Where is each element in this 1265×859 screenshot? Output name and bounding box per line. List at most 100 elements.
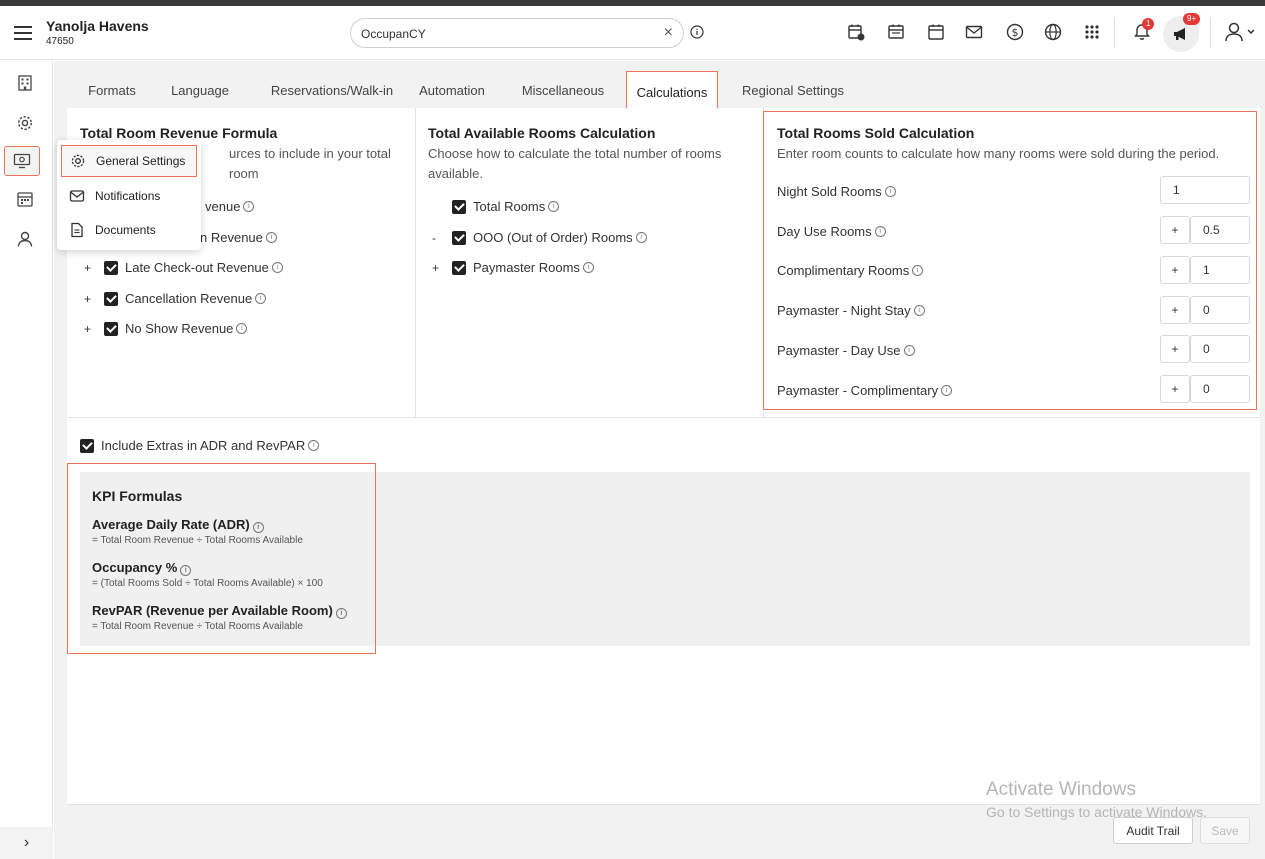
audit-trail-button[interactable]: Audit Trail xyxy=(1113,817,1193,844)
tab-formats[interactable]: Formats xyxy=(77,70,147,110)
revenue-item-label: No Show Revenue xyxy=(125,321,234,336)
revenue-item-label: Late Check-out Revenue xyxy=(125,260,269,275)
info-icon[interactable]: i xyxy=(255,293,267,304)
info-icon[interactable]: i xyxy=(874,226,886,237)
calendar-icon[interactable] xyxy=(924,20,948,44)
info-icon[interactable]: i xyxy=(582,262,594,273)
tab-reservations[interactable]: Reservations/Walk-in xyxy=(252,70,412,110)
night-sold-rooms-input[interactable]: 1 xyxy=(1160,176,1250,204)
checkbox[interactable] xyxy=(104,291,118,306)
info-icon[interactable]: i xyxy=(236,323,248,334)
search-input[interactable] xyxy=(361,25,641,43)
gear-icon xyxy=(70,153,86,169)
announcement-badge: 9+ xyxy=(1183,13,1201,25)
info-icon[interactable]: i xyxy=(913,305,925,316)
sold-row-label: Complimentary Rooms i xyxy=(777,263,924,278)
include-extras-checkbox[interactable] xyxy=(80,438,94,453)
side-nav: › xyxy=(0,61,53,859)
checkbox[interactable] xyxy=(452,199,466,214)
mail-icon[interactable] xyxy=(962,20,986,44)
separator xyxy=(1210,18,1211,48)
checkbox[interactable] xyxy=(104,321,118,336)
menu-item-label: Documents xyxy=(95,223,156,237)
complimentary-rooms-input[interactable]: 1 xyxy=(1190,256,1250,284)
top-bar: Yanolja Havens 47650 × $ 1 9+ xyxy=(0,6,1265,60)
calendar-schedule-icon[interactable] xyxy=(12,186,38,212)
expand-sidebar-button[interactable]: › xyxy=(0,827,53,859)
kpi-name: Average Daily Rate (ADR) i xyxy=(92,517,264,533)
tab-regional-settings[interactable]: Regional Settings xyxy=(734,70,852,110)
revenue-item-label: venue xyxy=(205,199,241,214)
info-icon[interactable]: i xyxy=(884,186,896,197)
kpi-formula: = Total Room Revenue ÷ Total Rooms Avail… xyxy=(92,621,303,632)
info-icon[interactable]: i xyxy=(912,265,924,276)
operator-sign: + xyxy=(432,260,440,275)
info-icon[interactable]: i xyxy=(635,232,647,243)
info-icon[interactable]: i xyxy=(335,608,347,619)
operator-toggle[interactable]: + xyxy=(1160,375,1190,403)
operator-toggle[interactable]: + xyxy=(1160,256,1190,284)
info-icon[interactable]: i xyxy=(243,201,255,212)
mail-icon xyxy=(69,188,85,204)
info-icon[interactable]: i xyxy=(271,262,283,273)
checkbox[interactable] xyxy=(452,260,466,275)
apps-grid-icon[interactable] xyxy=(1080,20,1104,44)
content-panel: Total Room Revenue Formula urces to incl… xyxy=(67,108,1260,804)
info-icon[interactable]: i xyxy=(252,522,264,533)
paymaster-night-stay-input[interactable]: 0 xyxy=(1190,296,1250,324)
menu-item-general-settings[interactable]: General Settings xyxy=(61,145,197,177)
kpi-name: Occupancy % i xyxy=(92,560,192,576)
revenue-description: urces to include in your total room xyxy=(229,146,391,181)
hotel-id: 47650 xyxy=(46,36,74,47)
settings-gear-icon[interactable] xyxy=(12,110,38,136)
operator-toggle[interactable]: + xyxy=(1160,335,1190,363)
tab-automation[interactable]: Automation xyxy=(412,70,492,110)
calendar-list-icon[interactable] xyxy=(884,20,908,44)
sold-row-label: Paymaster - Complimentary i xyxy=(777,383,953,398)
kpi-formula: = Total Room Revenue ÷ Total Rooms Avail… xyxy=(92,535,303,546)
building-icon[interactable] xyxy=(12,70,38,96)
sold-description: Enter room counts to calculate how many … xyxy=(777,146,1220,161)
paymaster-day-use-input[interactable]: 0 xyxy=(1190,335,1250,363)
globe-icon[interactable] xyxy=(1041,20,1065,44)
paymaster-complimentary-input[interactable]: 0 xyxy=(1190,375,1250,403)
info-icon[interactable] xyxy=(690,25,704,42)
menu-item-notifications[interactable]: Notifications xyxy=(61,180,197,212)
revenue-item-label: Cancellation Revenue xyxy=(125,291,253,306)
system-settings-icon[interactable] xyxy=(4,146,40,176)
calendar-add-icon[interactable] xyxy=(844,20,868,44)
activate-windows-watermark: Activate Windows xyxy=(986,779,1136,800)
info-icon[interactable]: i xyxy=(941,385,953,396)
person-icon[interactable] xyxy=(12,226,38,252)
info-icon[interactable]: i xyxy=(548,201,560,212)
day-use-rooms-input[interactable]: 0.5 xyxy=(1190,216,1250,244)
dollar-icon[interactable]: $ xyxy=(1003,20,1027,44)
info-icon[interactable]: i xyxy=(308,440,320,451)
available-item: Total Rooms i xyxy=(432,199,560,214)
operator-toggle[interactable]: + xyxy=(1160,216,1190,244)
sold-column: Total Rooms Sold Calculation Enter room … xyxy=(764,108,1260,418)
info-icon[interactable]: i xyxy=(903,345,915,356)
tab-language[interactable]: Language xyxy=(162,70,238,110)
sold-row-label: Day Use Rooms i xyxy=(777,224,886,239)
tab-miscellaneous[interactable]: Miscellaneous xyxy=(512,70,614,110)
info-icon[interactable]: i xyxy=(180,565,192,576)
available-description: Choose how to calculate the total number… xyxy=(428,146,722,181)
checkbox[interactable] xyxy=(452,230,466,245)
available-title: Total Available Rooms Calculation xyxy=(428,125,656,141)
tab-calculations[interactable]: Calculations xyxy=(626,71,718,113)
include-extras-label: Include Extras in ADR and RevPAR xyxy=(101,438,306,453)
checkbox[interactable] xyxy=(104,260,118,275)
save-button[interactable]: Save xyxy=(1200,817,1250,844)
available-item-label: Total Rooms xyxy=(473,199,546,214)
clear-search-icon[interactable]: × xyxy=(664,24,673,42)
revenue-item: + Late Check-out Revenue i xyxy=(84,260,283,275)
svg-text:$: $ xyxy=(1012,26,1019,39)
hamburger-menu-icon[interactable] xyxy=(14,26,32,40)
document-icon xyxy=(69,222,85,238)
info-icon[interactable]: i xyxy=(265,232,277,243)
menu-item-documents[interactable]: Documents xyxy=(61,214,197,246)
section-divider xyxy=(67,417,1260,418)
user-menu[interactable] xyxy=(1220,20,1260,44)
operator-toggle[interactable]: + xyxy=(1160,296,1190,324)
